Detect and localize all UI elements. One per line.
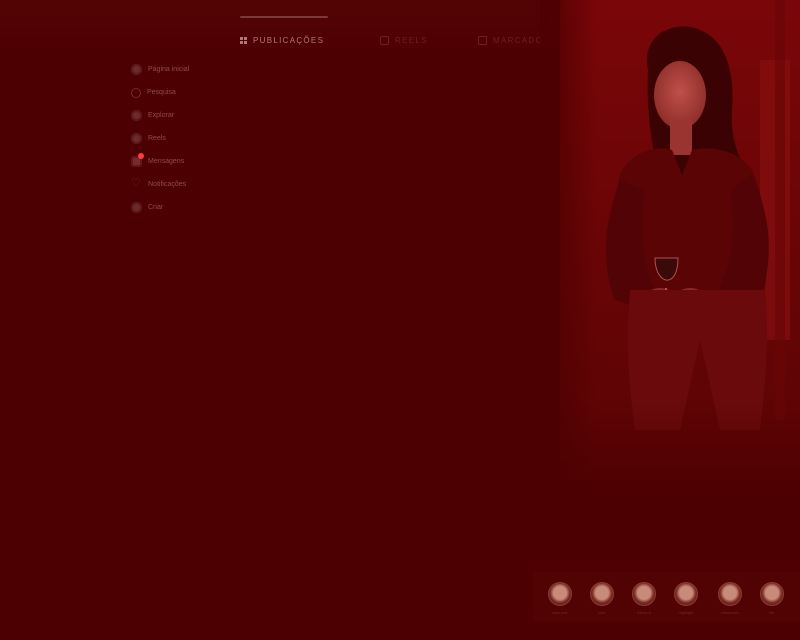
tagged-icon [478, 36, 487, 45]
profile-hero-photo [560, 0, 800, 480]
story-item[interactable]: memories [715, 582, 745, 615]
story-label: friend.a [637, 610, 651, 615]
story-label: user [598, 610, 606, 615]
reels-icon [131, 133, 142, 144]
sidebar-item-create[interactable]: Criar [131, 196, 251, 219]
sidebar-item-label: Notificações [148, 181, 187, 188]
tab-label: PUBLICAÇÕES [253, 36, 325, 45]
explore-icon [131, 110, 142, 121]
sidebar-item-messages[interactable]: Mensagens [131, 150, 251, 173]
story-highlights: user.one user friend.a highlight memorie… [533, 572, 800, 622]
tab-publicacoes[interactable]: PUBLICAÇÕES [240, 36, 324, 45]
story-item[interactable]: user [587, 582, 617, 615]
story-item[interactable]: highlight [671, 582, 701, 615]
tab-label: REELS [395, 36, 428, 45]
create-icon [131, 202, 142, 213]
story-label: life [769, 610, 775, 615]
story-avatar [590, 582, 614, 606]
home-icon [131, 64, 142, 75]
reels-icon [380, 36, 389, 45]
story-avatar [760, 582, 784, 606]
story-item[interactable]: friend.a [629, 582, 659, 615]
story-avatar [632, 582, 656, 606]
sidebar-item-label: Criar [148, 204, 164, 211]
sidebar-item-label: Pesquisa [147, 89, 176, 96]
sidebar-item-notifications[interactable]: Notificações [131, 173, 251, 196]
sidebar-item-explore[interactable]: Explorar [131, 104, 251, 127]
sidebar-item-search[interactable]: Pesquisa [131, 81, 251, 104]
sidebar-item-label: Página inicial [148, 66, 190, 73]
story-avatar [674, 582, 698, 606]
sidebar-item-label: Explorar [148, 112, 175, 119]
story-item[interactable]: life [757, 582, 787, 615]
sidebar-item-home[interactable]: Página inicial [131, 58, 251, 81]
story-label: highlight [678, 610, 694, 615]
tab-label: MARCADOS [493, 36, 550, 45]
story-label: user.one [552, 610, 568, 615]
story-item[interactable]: user.one [545, 582, 575, 615]
messages-icon [131, 153, 144, 167]
sidebar-item-reels[interactable]: Reels [131, 127, 251, 150]
sidebar-item-label: Reels [148, 135, 166, 142]
search-icon [131, 87, 141, 98]
tab-reels[interactable]: REELS [380, 36, 428, 45]
heart-icon [131, 178, 142, 190]
sidebar-item-label: Mensagens [148, 158, 185, 165]
sidebar-nav: Página inicial Pesquisa Explorar Reels M… [131, 58, 251, 219]
grid-icon [240, 37, 247, 44]
tab-marcados[interactable]: MARCADOS [478, 36, 550, 45]
profile-tabs: PUBLICAÇÕES REELS MARCADOS [230, 14, 570, 54]
active-tab-indicator [240, 16, 328, 18]
story-avatar [718, 582, 742, 606]
story-label: memories [721, 610, 739, 615]
story-avatar [548, 582, 572, 606]
